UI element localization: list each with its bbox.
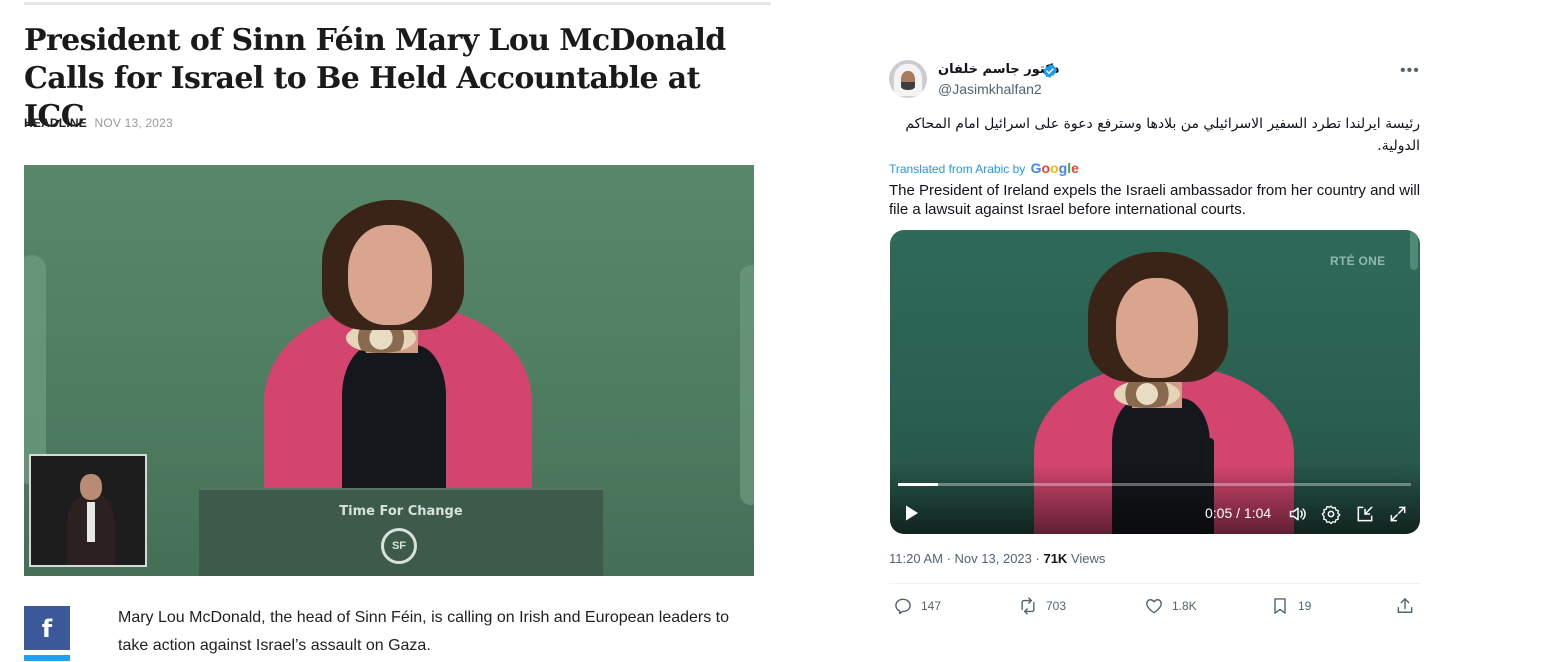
tweet-date: Nov 13, 2023 [954,551,1032,566]
podium-slogan: Time For Change [339,504,463,519]
podium: Time For Change SF [199,488,603,576]
facebook-share-button[interactable]: f [24,606,70,650]
like-button[interactable]: 1.8K [1144,595,1197,617]
sign-language-inset [29,454,147,567]
article-date: NOV 13, 2023 [94,116,173,130]
bookmark-count: 19 [1298,599,1312,613]
tweet-divider [889,583,1420,584]
views-label: Views [1070,551,1106,566]
tweet-video-player[interactable]: RTÉ ONE 0:05 / 1:04 [890,230,1420,534]
article-hero-image: Time For Change SF [24,165,754,576]
translation-attribution: Translated from Arabic by Google [889,160,1079,176]
video-progress-fill [898,483,938,486]
picture-in-picture-icon[interactable] [1355,504,1375,524]
facebook-icon: f [41,615,53,643]
google-logo: Google [1030,160,1079,176]
verified-badge-icon [1043,64,1057,78]
broadcaster-watermark: RTÉ ONE [1330,254,1386,268]
video-progress-bar[interactable] [898,483,1411,486]
avatar[interactable] [889,60,927,98]
share-upload-icon [1397,598,1413,613]
repost-button[interactable]: 703 [1018,595,1066,617]
bookmark-icon [1274,598,1286,614]
translated-from-label: Translated from Arabic by [889,162,1026,176]
background-pillar [24,255,46,485]
tweet-original-text: رئيسة ايرلندا تطرد السفير الاسرائيلي من … [905,116,1420,154]
more-options-icon[interactable]: ••• [1400,62,1420,80]
tweet-translation: The President of Ireland expels the Isra… [889,182,1421,218]
reply-icon [895,598,911,615]
reply-button[interactable]: 147 [893,595,941,617]
tweet-time: 11:20 AM [889,551,943,566]
video-time: 0:05 / 1:04 [1205,505,1272,521]
repost-count: 703 [1046,599,1067,613]
share-bar-accent [24,655,70,661]
fullscreen-icon[interactable] [1388,504,1408,524]
article-meta: HEADLINE NOV 13, 2023 [24,116,173,130]
bookmark-button[interactable]: 19 [1270,595,1311,617]
repost-icon [1021,597,1035,615]
article-category[interactable]: HEADLINE [24,116,87,130]
volume-icon[interactable] [1288,504,1308,524]
reply-count: 147 [921,599,942,613]
background-pillar [740,265,754,505]
views-count: 71K [1043,551,1068,566]
like-count: 1.8K [1172,599,1197,613]
article-top-divider [24,2,771,5]
speaker-figure [254,195,554,515]
play-icon[interactable] [904,504,920,522]
tweet-handle[interactable]: @Jasimkhalfan2 [938,81,1042,97]
article-lede: Mary Lou McDonald, the head of Sinn Féin… [118,609,730,654]
party-logo: SF [381,528,417,564]
heart-icon [1146,599,1162,614]
tweet-timestamp[interactable]: 11:20 AM · Nov 13, 2023 · 71K Views [889,551,1105,566]
settings-gear-icon[interactable] [1321,504,1341,524]
share-button[interactable] [1395,595,1415,617]
